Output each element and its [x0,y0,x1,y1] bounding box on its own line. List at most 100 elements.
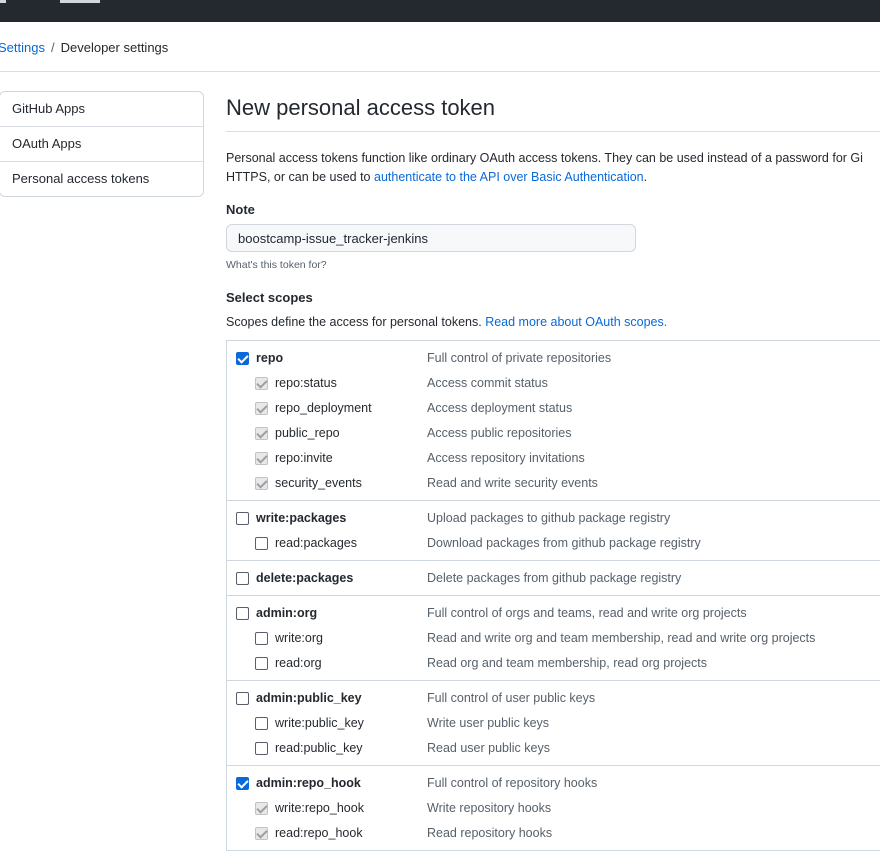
select-scopes-heading: Select scopes [226,290,313,305]
scope-name: repo [256,351,284,365]
breadcrumb-divider [0,71,880,72]
scope-checkbox [255,827,268,840]
breadcrumb-current: Developer settings [60,40,169,55]
sub-scope-row: write:org Read and write org and team mem… [227,626,880,651]
top-header-bar [0,0,880,22]
scope-row: admin:public_key Full control of user pub… [227,686,880,711]
scopes-description: Scopes define the access for personal to… [226,315,667,329]
scope-description: Read repository hooks [427,826,553,840]
scope-description: Download packages from github package re… [427,536,701,550]
intro-line-2-suffix: . [643,170,648,184]
intro-line-2: HTTPS, or can be used to authenticate to… [226,168,880,187]
scope-group: admin:public_key Full control of user pub… [227,681,880,766]
scope-group: repo Full control of private repositories… [227,341,880,501]
sub-scope-row: read:repo_hook Read repository hooks [227,821,880,846]
scope-description: Upload packages to github package regist… [427,511,671,525]
scope-name: admin:org [256,606,318,620]
scope-checkbox[interactable] [255,537,268,550]
sub-scope-row: repo:status Access commit status [227,371,880,396]
sub-scope-row: public_repo Access public repositories [227,421,880,446]
sub-scope-row: write:public_key Write user public keys [227,711,880,736]
note-input[interactable] [226,224,636,252]
scope-name: read:packages [275,536,358,550]
scope-name: read:repo_hook [275,826,363,840]
developer-settings-menu: GitHub Apps OAuth Apps Personal access t… [0,91,204,197]
scope-description: Write repository hooks [427,801,552,815]
scope-description: Delete packages from github package regi… [427,571,682,585]
sub-scope-row: write:repo_hook Write repository hooks [227,796,880,821]
scope-name: delete:packages [256,571,354,585]
scope-name: write:public_key [275,716,364,730]
sub-scope-row: security_events Read and write security e… [227,471,880,496]
scope-name: read:public_key [275,741,363,755]
scope-checkbox[interactable] [255,742,268,755]
scope-group: write:packages Upload packages to github … [227,501,880,561]
scope-row: admin:org Full control of orgs and teams,… [227,601,880,626]
scope-description: Full control of orgs and teams, read and… [427,606,747,620]
intro-line-2-prefix: HTTPS, or can be used to [226,170,374,184]
scope-description: Read org and team membership, read org p… [427,656,708,670]
scopes-description-text: Scopes define the access for personal to… [226,315,486,329]
scope-description: Access deployment status [427,401,573,415]
scope-description: Write user public keys [427,716,550,730]
scope-description: Access commit status [427,376,548,390]
scope-checkbox[interactable] [236,692,249,705]
scope-name: repo:invite [275,451,333,465]
sidebar-item-github-apps[interactable]: GitHub Apps [0,92,203,126]
scope-checkbox[interactable] [236,572,249,585]
scope-name: read:org [275,656,322,670]
scope-row: repo Full control of private repositories [227,346,880,371]
scope-checkbox[interactable] [236,352,249,365]
scope-description: Read and write org and team membership, … [427,631,816,645]
scope-group: delete:packages Delete packages from gith… [227,561,880,596]
scope-description: Full control of private repositories [427,351,612,365]
scope-name: admin:repo_hook [256,776,361,790]
sub-scope-row: read:packages Download packages from gith… [227,531,880,556]
scope-name: write:org [275,631,323,645]
oauth-scopes-link[interactable]: Read more about OAuth scopes. [485,315,667,329]
scope-name: public_repo [275,426,340,440]
scope-checkbox[interactable] [236,607,249,620]
breadcrumb: Settings / Developer settings [0,38,168,58]
header-text-fragment [60,0,100,3]
scopes-list: repo Full control of private repositories… [226,340,880,851]
scope-description: Full control of user public keys [427,691,596,705]
scope-description: Access repository invitations [427,451,585,465]
scope-checkbox [255,377,268,390]
basic-auth-link[interactable]: authenticate to the API over Basic Authe… [374,170,644,184]
sidebar-item-oauth-apps[interactable]: OAuth Apps [0,126,203,161]
scope-row: delete:packages Delete packages from gith… [227,566,880,591]
scope-checkbox [255,427,268,440]
scope-checkbox[interactable] [236,777,249,790]
scope-description: Full control of repository hooks [427,776,598,790]
title-divider [226,131,880,132]
scope-checkbox [255,402,268,415]
scope-description: Access public repositories [427,426,572,440]
scope-checkbox[interactable] [255,632,268,645]
scope-name: repo:status [275,376,337,390]
sub-scope-row: repo_deployment Access deployment status [227,396,880,421]
sidebar-item-personal-access-tokens[interactable]: Personal access tokens [0,161,203,196]
scope-description: Read user public keys [427,741,550,755]
intro-paragraph: Personal access tokens function like ord… [226,149,880,187]
scope-name: write:repo_hook [275,801,364,815]
scope-name: security_events [275,476,362,490]
scope-name: admin:public_key [256,691,362,705]
scope-row: admin:repo_hook Full control of repositor… [227,771,880,796]
scope-checkbox[interactable] [255,717,268,730]
scope-group: admin:repo_hook Full control of repositor… [227,766,880,851]
scope-row: write:packages Upload packages to github … [227,506,880,531]
scope-checkbox [255,452,268,465]
scope-name: repo_deployment [275,401,372,415]
breadcrumb-separator: / [50,40,55,55]
sub-scope-row: read:public_key Read user public keys [227,736,880,761]
scope-description: Read and write security events [427,476,598,490]
breadcrumb-settings-link[interactable]: Settings [0,40,45,55]
intro-line-1: Personal access tokens function like ord… [226,151,863,165]
scope-checkbox [255,477,268,490]
scope-checkbox[interactable] [236,512,249,525]
scope-group: admin:org Full control of orgs and teams,… [227,596,880,681]
page-title: New personal access token [226,95,496,120]
scope-checkbox[interactable] [255,657,268,670]
note-label: Note [226,202,255,217]
